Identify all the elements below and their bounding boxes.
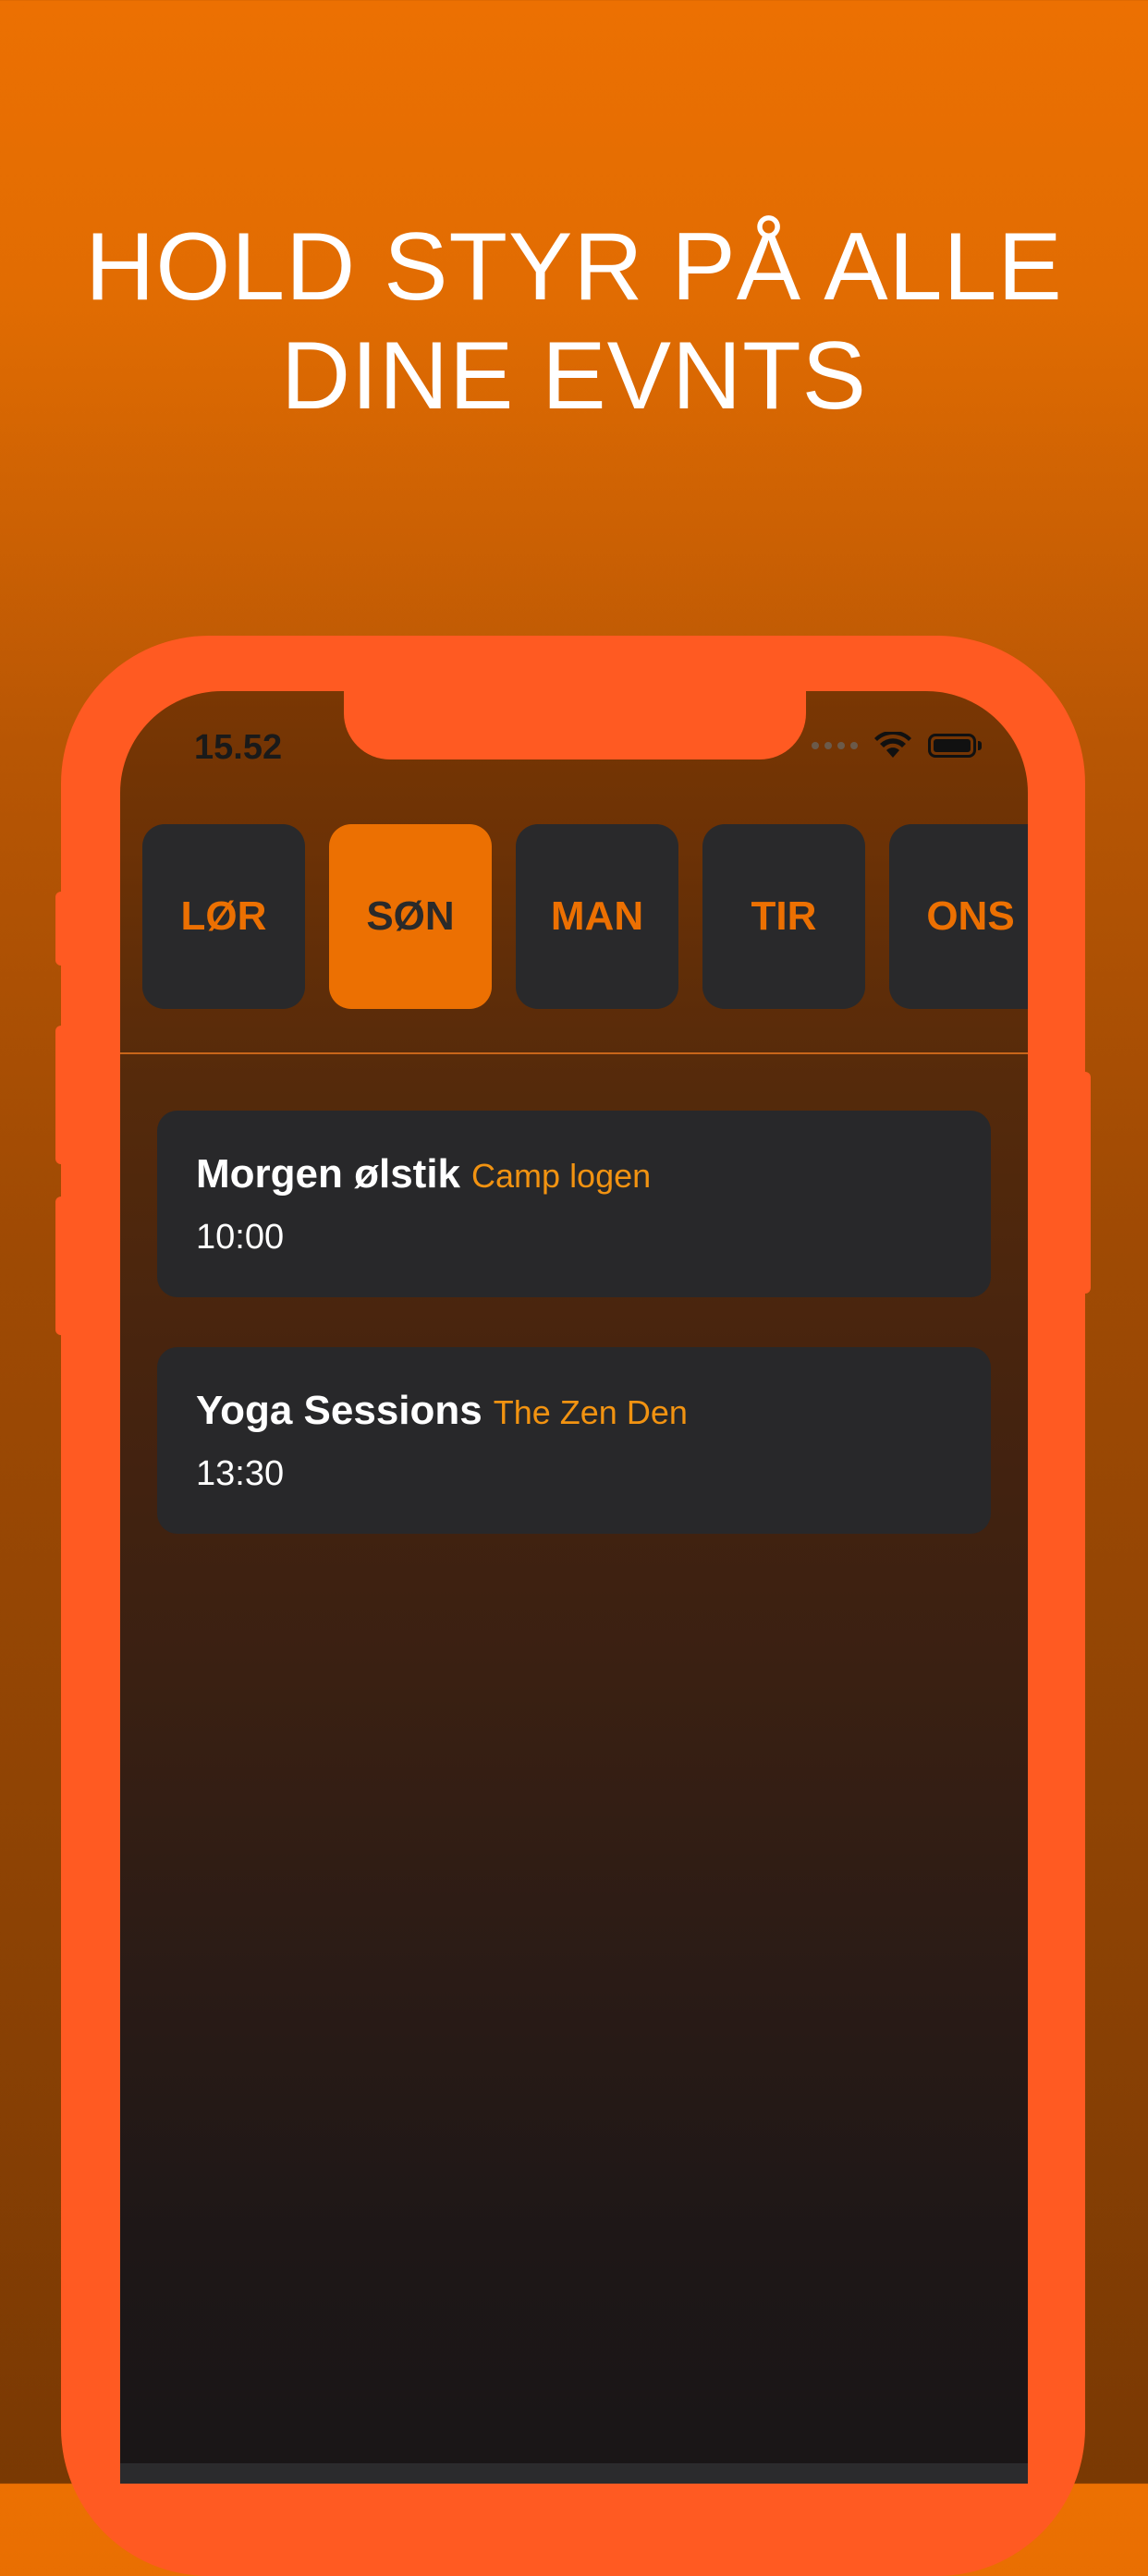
status-time: 15.52 (194, 728, 283, 767)
event-venue: Camp logen (471, 1157, 652, 1195)
notch (344, 691, 806, 759)
battery-icon (928, 734, 976, 758)
day-tab-label: ONS (926, 893, 1015, 939)
headline-line-1: HOLD STYR PÅ ALLE (85, 213, 1063, 321)
day-tab-label: LØR (180, 893, 267, 939)
event-title: Morgen ølstik (196, 1151, 461, 1197)
event-card[interactable]: Yoga Sessions The Zen Den 13:30 (157, 1347, 991, 1534)
event-time: 10:00 (196, 1218, 285, 1257)
day-tab-lor[interactable]: LØR (142, 824, 305, 1009)
event-venue: The Zen Den (493, 1393, 688, 1431)
day-tab-man[interactable]: MAN (516, 824, 678, 1009)
event-card[interactable]: Morgen ølstik Camp logen 10:00 (157, 1111, 991, 1297)
day-tab-label: MAN (550, 893, 644, 939)
headline: HOLD STYR PÅ ALLE DINE EVNTS (0, 213, 1148, 431)
event-title: Yoga Sessions (196, 1388, 482, 1433)
day-tab-ons[interactable]: ONS (889, 824, 1028, 1009)
day-selector: LØR SØN MAN TIR ONS (142, 824, 1028, 1009)
event-title-row: Morgen ølstik Camp logen (196, 1151, 651, 1197)
day-tab-label: SØN (366, 893, 455, 939)
day-tab-tir[interactable]: TIR (702, 824, 865, 1009)
day-tab-label: TIR (751, 893, 817, 939)
status-icons (812, 732, 982, 759)
day-tab-son[interactable]: SØN (329, 824, 492, 1009)
event-time: 13:30 (196, 1454, 285, 1493)
headline-line-2: DINE EVNTS (280, 322, 868, 430)
signal-dots-icon (812, 742, 858, 749)
divider (120, 1052, 1028, 1054)
event-title-row: Yoga Sessions The Zen Den (196, 1388, 688, 1434)
tab-bar (120, 2463, 1028, 2484)
wifi-icon (874, 732, 911, 758)
phone-screen: 15.52 LØR SØN MAN TIR ONS Morgen ølstik C… (120, 691, 1028, 2484)
